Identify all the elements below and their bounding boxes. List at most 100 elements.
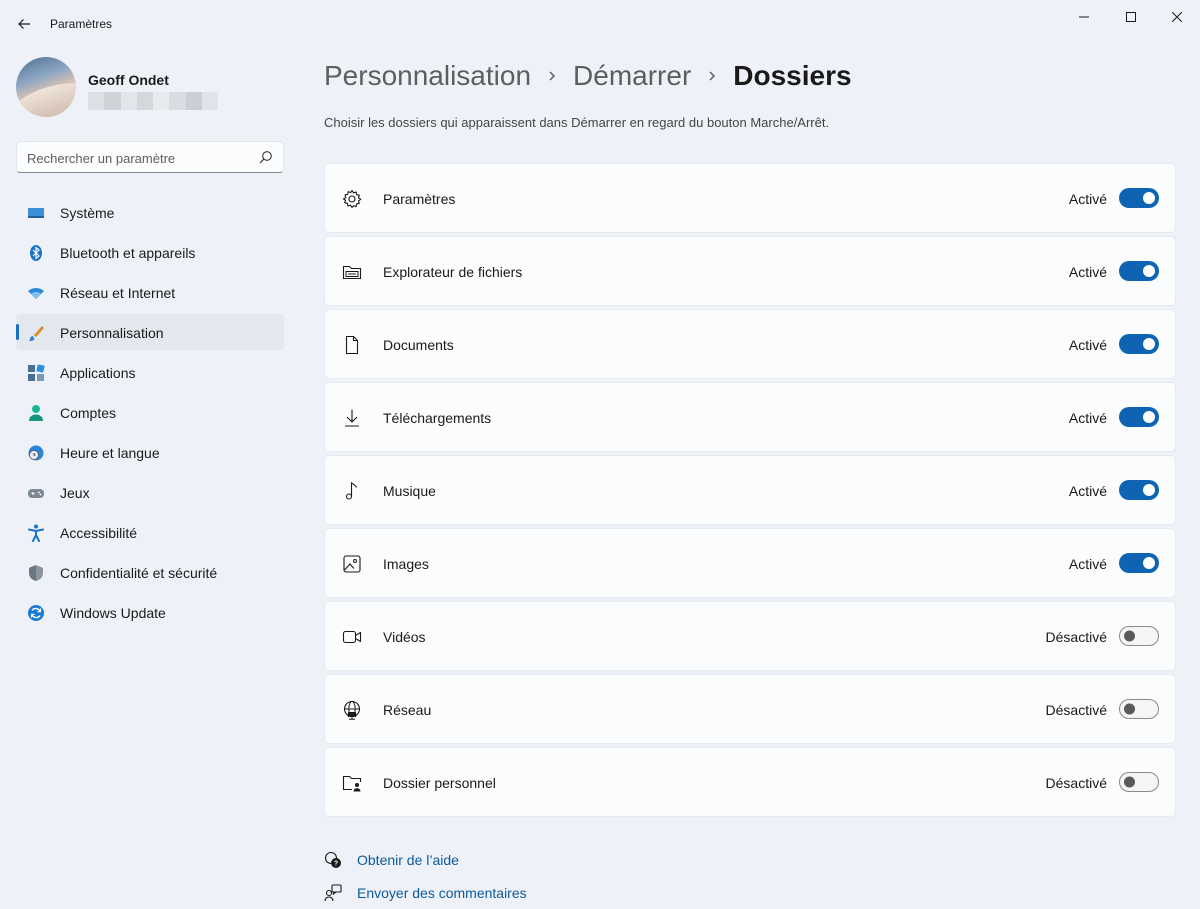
toggle-state: Désactivé: [1045, 629, 1107, 645]
page-title: Dossiers: [733, 60, 852, 91]
toggle-state: Activé: [1068, 337, 1107, 353]
toggle-state: Activé: [1068, 556, 1107, 572]
folder-row-explorateur: Explorateur de fichiers Activé: [324, 236, 1176, 306]
sidebar-item-comptes[interactable]: Comptes: [16, 394, 284, 430]
accessibility-icon: [27, 524, 45, 542]
folder-label: Explorateur de fichiers: [383, 264, 523, 280]
sidebar-item-systeme[interactable]: Système: [16, 194, 284, 230]
toggle-switch[interactable]: [1119, 626, 1159, 646]
user-name: Geoff Ondet: [88, 72, 169, 88]
toggle-switch[interactable]: [1119, 553, 1159, 573]
image-icon: [341, 553, 363, 575]
clock-globe-icon: [27, 444, 45, 462]
avatar: [16, 57, 76, 117]
sidebar-item-windows-update[interactable]: Windows Update: [16, 594, 284, 630]
sidebar-item-reseau[interactable]: Réseau et Internet: [16, 274, 284, 310]
wifi-icon: [27, 284, 45, 302]
folder-label: Paramètres: [383, 191, 456, 207]
sidebar-item-confidentialite[interactable]: Confidentialité et sécurité: [16, 554, 284, 590]
sidebar-item-label: Jeux: [60, 485, 90, 501]
search-box[interactable]: [16, 141, 284, 173]
breadcrumb-personnalisation[interactable]: Personnalisation: [324, 60, 531, 92]
sidebar-item-jeux[interactable]: Jeux: [16, 474, 284, 510]
bluetooth-icon: [27, 244, 45, 262]
sidebar-item-accessibilite[interactable]: Accessibilité: [16, 514, 284, 550]
get-help-link[interactable]: Obtenir de l’aide: [357, 852, 459, 868]
maximize-button[interactable]: [1108, 2, 1154, 32]
folder-list: Paramètres Activé Explorateur de fichier…: [324, 163, 1176, 820]
user-profile[interactable]: Geoff Ondet: [16, 57, 286, 119]
toggle-knob: [1143, 338, 1155, 350]
minimize-button[interactable]: [1061, 2, 1107, 32]
sidebar-item-label: Personnalisation: [60, 325, 164, 341]
maximize-icon: [1126, 12, 1136, 22]
svg-text:?: ?: [334, 861, 338, 868]
help-links: ? Obtenir de l’aide Envoyer des commenta…: [324, 848, 724, 909]
toggle-switch[interactable]: [1119, 261, 1159, 281]
sidebar-item-heure-langue[interactable]: Heure et langue: [16, 434, 284, 470]
close-button[interactable]: [1154, 2, 1200, 32]
send-feedback-link[interactable]: Envoyer des commentaires: [357, 885, 527, 901]
personal-folder-icon: [341, 772, 363, 794]
search-icon[interactable]: [259, 150, 273, 164]
toggle-switch[interactable]: [1119, 188, 1159, 208]
toggle-knob: [1143, 192, 1155, 204]
gear-icon: [341, 188, 363, 210]
folder-row-musique: Musique Activé: [324, 455, 1176, 525]
toggle-switch[interactable]: [1119, 480, 1159, 500]
breadcrumb: Personnalisation Démarrer Dossiers: [324, 58, 852, 94]
folder-label: Vidéos: [383, 629, 426, 645]
sidebar-item-label: Accessibilité: [60, 525, 138, 541]
help-icon: ?: [324, 851, 342, 869]
chevron-right-icon: [547, 70, 557, 82]
sidebar-item-personnalisation[interactable]: Personnalisation: [16, 314, 284, 350]
toggle-state: Activé: [1068, 191, 1107, 207]
folder-row-dossier-personnel: Dossier personnel Désactivé: [324, 747, 1176, 817]
folder-label: Téléchargements: [383, 410, 492, 426]
sidebar-item-bluetooth[interactable]: Bluetooth et appareils: [16, 234, 284, 270]
toggle-state: Désactivé: [1045, 775, 1107, 791]
folder-row-videos: Vidéos Désactivé: [324, 601, 1176, 671]
help-link-row: ? Obtenir de l’aide: [324, 848, 724, 881]
folder-label: Réseau: [383, 702, 432, 718]
sidebar-item-applications[interactable]: Applications: [16, 354, 284, 390]
title-bar: Paramètres: [0, 0, 1200, 48]
file-explorer-icon: [341, 261, 363, 283]
toggle-state: Activé: [1068, 410, 1107, 426]
download-icon: [341, 407, 363, 429]
app-title: Paramètres: [50, 17, 113, 31]
toggle-switch[interactable]: [1119, 334, 1159, 354]
toggle-switch[interactable]: [1119, 699, 1159, 719]
apps-icon: [27, 364, 45, 382]
sidebar-item-label: Confidentialité et sécurité: [60, 565, 218, 581]
feedback-link-row: Envoyer des commentaires: [324, 881, 724, 909]
breadcrumb-demarrer[interactable]: Démarrer: [573, 60, 691, 92]
user-email-redacted: [88, 92, 218, 110]
system-icon: [27, 204, 45, 222]
sidebar-item-label: Heure et langue: [60, 445, 160, 461]
network-icon: [341, 699, 363, 721]
arrow-left-icon: [18, 19, 30, 29]
account-icon: [27, 404, 45, 422]
toggle-knob: [1143, 265, 1155, 277]
search-input[interactable]: [27, 148, 247, 168]
music-icon: [341, 480, 363, 502]
feedback-icon: [324, 884, 342, 902]
folder-row-parametres: Paramètres Activé: [324, 163, 1176, 233]
sidebar-item-label: Réseau et Internet: [60, 285, 176, 301]
sidebar-item-label: Bluetooth et appareils: [60, 245, 196, 261]
folder-label: Dossier personnel: [383, 775, 496, 791]
folder-row-reseau: Réseau Désactivé: [324, 674, 1176, 744]
document-icon: [341, 334, 363, 356]
toggle-knob: [1143, 484, 1155, 496]
toggle-state: Activé: [1068, 483, 1107, 499]
folder-row-images: Images Activé: [324, 528, 1176, 598]
toggle-switch[interactable]: [1119, 407, 1159, 427]
toggle-knob: [1143, 411, 1155, 423]
toggle-switch[interactable]: [1119, 772, 1159, 792]
back-button[interactable]: [10, 10, 38, 38]
gamepad-icon: [27, 484, 45, 502]
brush-icon: [27, 324, 45, 342]
toggle-state: Désactivé: [1045, 702, 1107, 718]
sidebar-item-label: Comptes: [60, 405, 117, 421]
